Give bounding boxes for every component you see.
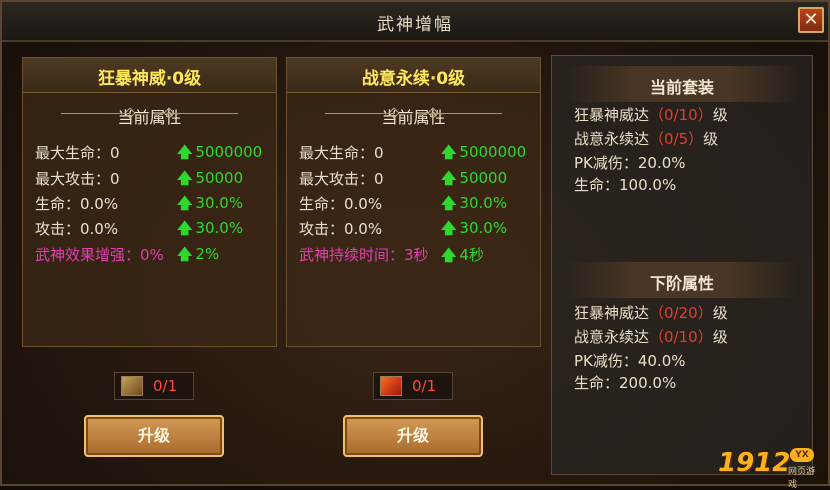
requirement-suffix: 级	[712, 328, 728, 346]
set-stat-line: 生命：100.0%	[574, 176, 677, 194]
stat-label: 生命：0.0%	[35, 195, 119, 213]
requirement-label: 战意永续达	[574, 130, 650, 148]
requirement-progress: （0/5）	[649, 130, 704, 148]
up-arrow-icon: 🡅	[177, 245, 193, 263]
stat-bonus: 30.0%	[195, 219, 244, 237]
requirement-suffix: 级	[712, 304, 728, 322]
site-watermark-logo: 1912 YX 网页游戏	[718, 448, 818, 490]
stat-label: 武神效果增强：0%	[35, 246, 164, 264]
stat-label: 武神持续时间：3秒	[299, 246, 429, 264]
stat-row: 生命：0.0% 🡅 30.0%	[35, 193, 268, 215]
current-set-header: 当前套装	[566, 66, 798, 102]
title-bar: 武神增幅 ✕	[2, 2, 828, 42]
up-arrow-icon: 🡅	[441, 169, 457, 187]
red-book-item-icon[interactable]	[380, 376, 402, 396]
set-stat-line: 生命：200.0%	[574, 374, 677, 392]
up-arrow-icon: 🡅	[441, 143, 457, 161]
stat-bonus: 30.0%	[459, 194, 508, 212]
stat-row: 最大攻击：0 🡅 50000	[299, 168, 532, 190]
panel-title: 战意永续·0级	[361, 69, 466, 89]
stat-row: 最大生命：0 🡅 5000000	[299, 142, 532, 164]
panel-zhanyi: 战意永续·0级 当前属性 最大生命：0 🡅 5000000 最大攻击：0 🡅 500…	[286, 57, 541, 347]
stat-row: 攻击：0.0% 🡅 30.0%	[35, 218, 268, 240]
stat-row-special: 武神效果增强：0% 🡅 2%	[35, 244, 268, 266]
set-stat-line: PK减伤：40.0%	[574, 352, 686, 370]
upgrade-button-kuangbao[interactable]: 升级	[84, 415, 224, 457]
stat-bonus: 30.0%	[459, 219, 508, 237]
stat-label: 最大生命：0	[35, 144, 120, 162]
watermark-number: 1912	[718, 448, 791, 478]
upgrade-button-zhanyi[interactable]: 升级	[343, 415, 483, 457]
set-requirement-line: 战意永续达（0/10）级	[574, 326, 728, 347]
requirement-progress: （0/10）	[649, 106, 713, 124]
stat-label: 攻击：0.0%	[299, 220, 383, 238]
panel-title: 狂暴神威·0级	[97, 69, 202, 89]
wushen-enhance-window: 武神增幅 ✕ 狂暴神威·0级 当前属性 最大生命：0 🡅 5000000 最大攻击…	[0, 0, 830, 490]
stat-row: 最大攻击：0 🡅 50000	[35, 168, 268, 190]
stat-bonus: 5000000	[195, 143, 263, 161]
stat-label: 攻击：0.0%	[35, 220, 119, 238]
requirement-label: 狂暴神威达	[574, 106, 650, 124]
stat-bonus: 50000	[195, 169, 244, 187]
stat-bonus: 30.0%	[195, 194, 244, 212]
set-requirement-line: 狂暴神威达（0/20）级	[574, 302, 728, 323]
up-arrow-icon: 🡅	[177, 219, 193, 237]
requirement-progress: （0/10）	[649, 328, 713, 346]
stat-label: 最大攻击：0	[299, 170, 384, 188]
stat-label: 最大攻击：0	[35, 170, 120, 188]
up-arrow-icon: 🡅	[441, 194, 457, 212]
requirement-label: 战意永续达	[574, 328, 650, 346]
next-set-header: 下阶属性	[566, 262, 798, 298]
up-arrow-icon: 🡅	[441, 219, 457, 237]
stat-bonus: 4秒	[459, 246, 484, 264]
set-requirement-line: 狂暴神威达（0/10）级	[574, 104, 728, 125]
current-set-title: 当前套装	[649, 78, 714, 97]
next-set-title: 下阶属性	[649, 274, 714, 293]
stat-bonus: 50000	[459, 169, 508, 187]
divider-line	[168, 113, 238, 114]
set-requirement-line: 战意永续达（0/5）级	[574, 128, 718, 149]
material-slot-kuangbao[interactable]: 0/1	[114, 372, 194, 400]
set-bonus-panel: 当前套装 狂暴神威达（0/10）级 战意永续达（0/5）级 PK减伤：20.0%…	[551, 55, 813, 475]
requirement-suffix: 级	[712, 106, 728, 124]
stat-bonus: 5000000	[459, 143, 527, 161]
stat-label: 最大生命：0	[299, 144, 384, 162]
close-icon[interactable]: ✕	[798, 7, 824, 33]
up-arrow-icon: 🡅	[177, 169, 193, 187]
panel-title-bar: 狂暴神威·0级	[23, 58, 276, 93]
watermark-badge: YX	[790, 448, 814, 462]
section-header: 当前属性	[287, 97, 540, 131]
section-header: 当前属性	[23, 97, 276, 131]
requirement-progress: （0/20）	[649, 304, 713, 322]
divider-line	[325, 113, 395, 114]
material-count: 0/1	[412, 377, 437, 395]
panel-kuangbao: 狂暴神威·0级 当前属性 最大生命：0 🡅 5000000 最大攻击：0 🡅 500…	[22, 57, 277, 347]
window-title: 武神增幅	[377, 15, 453, 35]
up-arrow-icon: 🡅	[177, 194, 193, 212]
stat-row-special: 武神持续时间：3秒 🡅 4秒	[299, 244, 532, 266]
stat-row: 攻击：0.0% 🡅 30.0%	[299, 218, 532, 240]
divider-line	[61, 113, 131, 114]
divider-line	[432, 113, 502, 114]
requirement-suffix: 级	[703, 130, 719, 148]
up-arrow-icon: 🡅	[177, 143, 193, 161]
set-stat-line: PK减伤：20.0%	[574, 154, 686, 172]
scroll-item-icon[interactable]	[121, 376, 143, 396]
up-arrow-icon: 🡅	[441, 246, 457, 264]
stat-row: 最大生命：0 🡅 5000000	[35, 142, 268, 164]
stat-row: 生命：0.0% 🡅 30.0%	[299, 193, 532, 215]
panel-title-bar: 战意永续·0级	[287, 58, 540, 93]
requirement-label: 狂暴神威达	[574, 304, 650, 322]
stat-label: 生命：0.0%	[299, 195, 383, 213]
stat-bonus: 2%	[195, 245, 220, 263]
material-count: 0/1	[153, 377, 178, 395]
material-slot-zhanyi[interactable]: 0/1	[373, 372, 453, 400]
watermark-caption: 网页游戏	[788, 467, 816, 490]
